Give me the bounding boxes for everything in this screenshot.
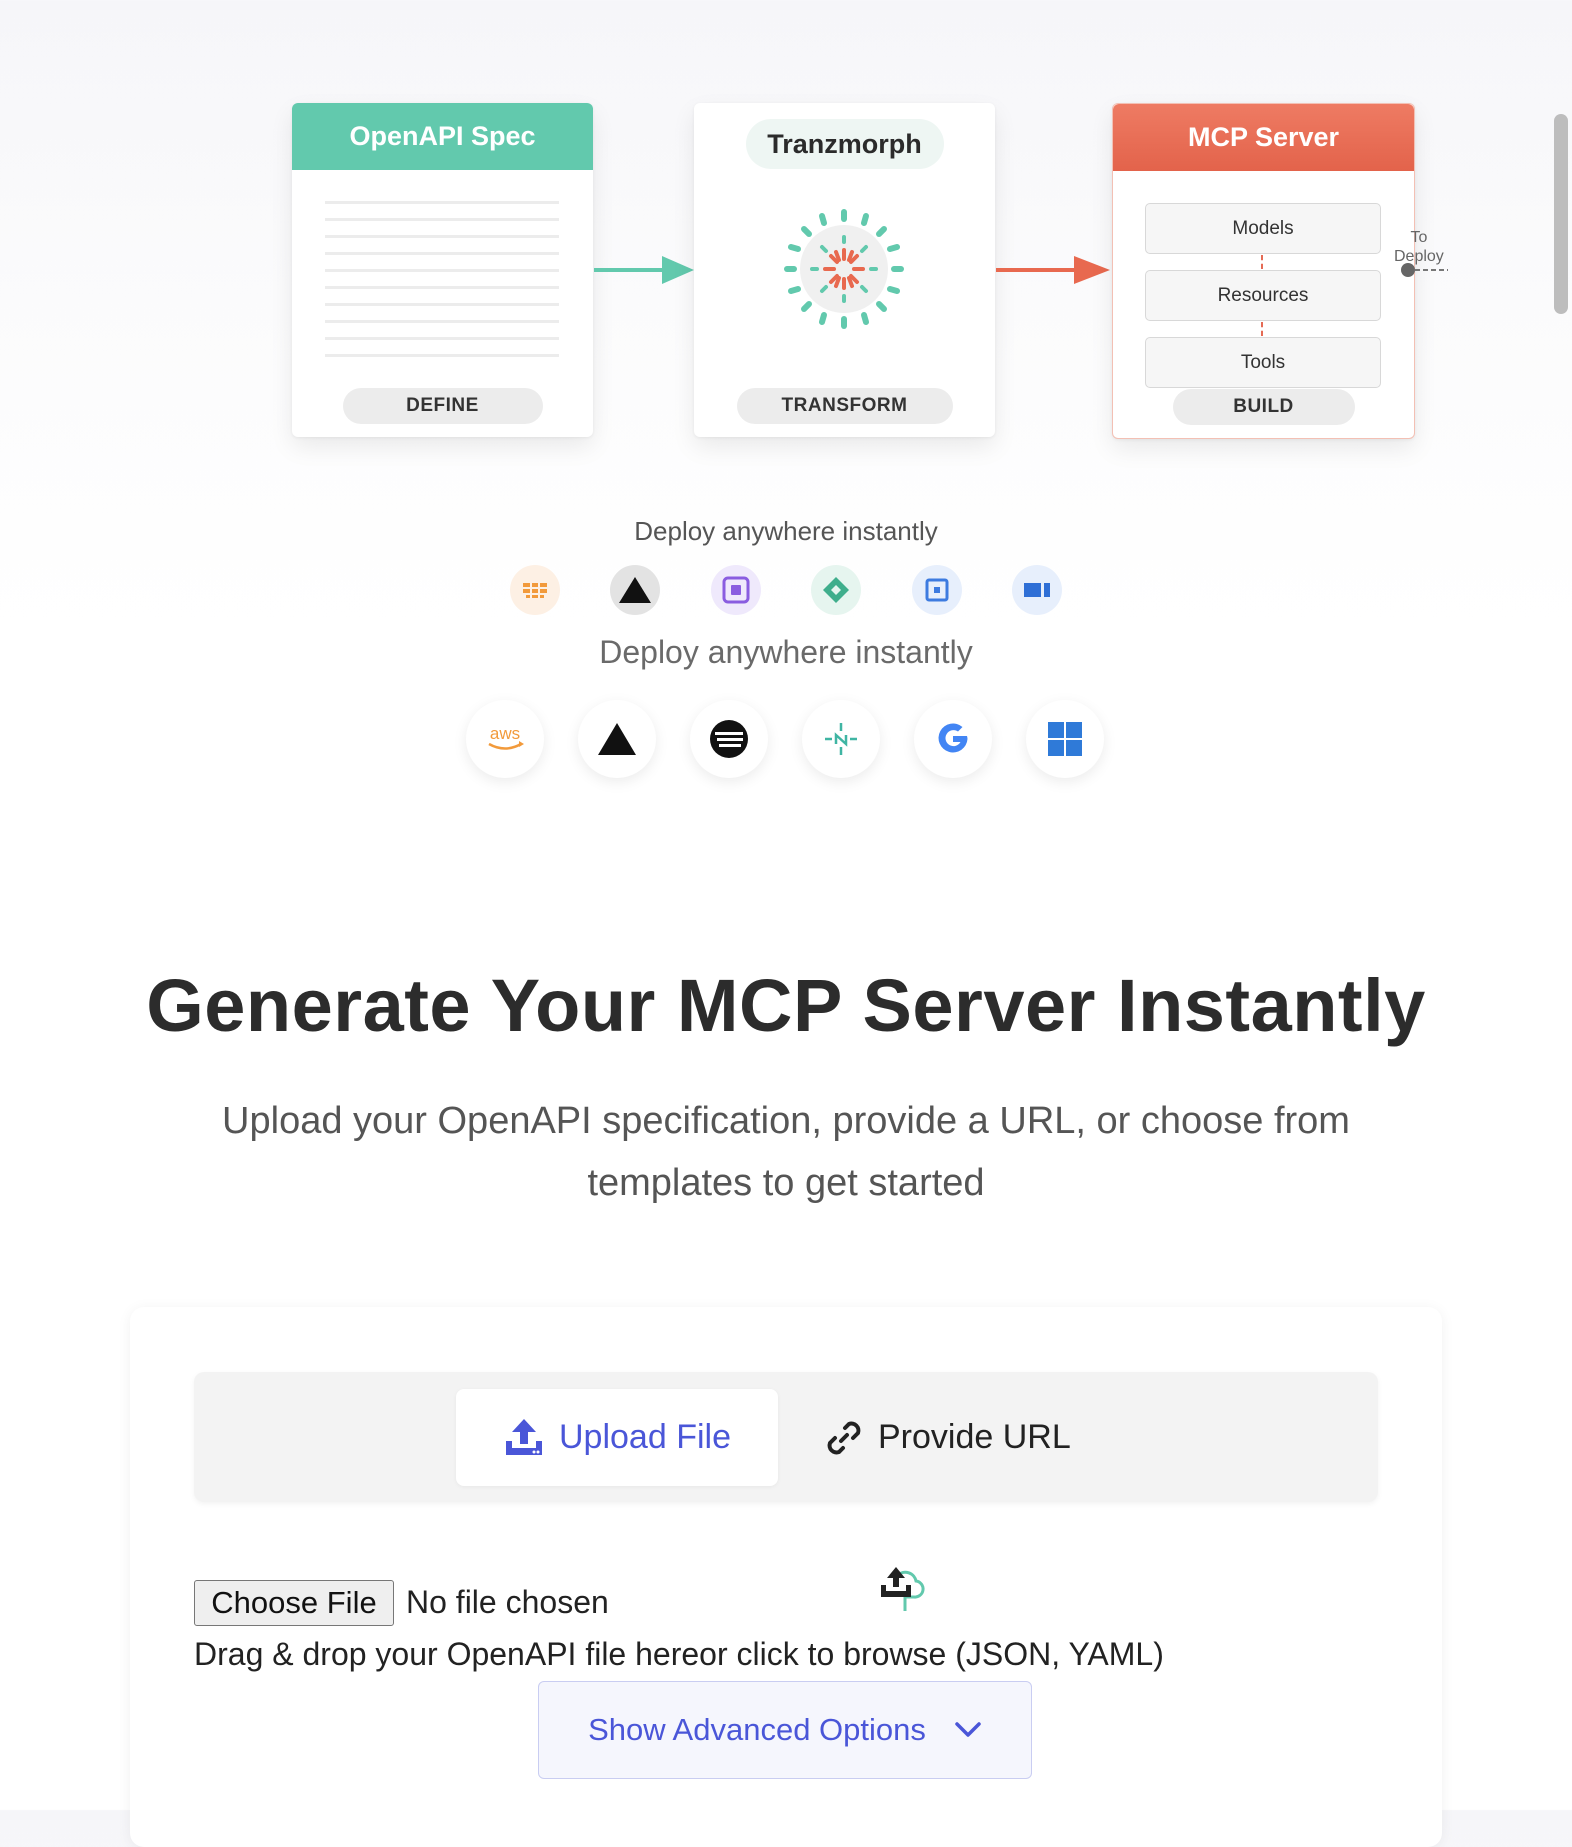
show-advanced-options-button[interactable]: Show Advanced Options [538, 1681, 1032, 1779]
connector-dash [1261, 255, 1263, 269]
aws-icon[interactable]: aws [466, 700, 544, 778]
openapi-spec-title: OpenAPI Spec [292, 103, 593, 170]
drag-drop-instructions: Drag & drop your OpenAPI file hereor cli… [194, 1636, 1164, 1672]
mcp-server-card: MCP Server Models Resources Tools BUILD [1112, 103, 1415, 439]
tranzmorph-card: Tranzmorph TRANSFORM [694, 103, 995, 437]
vercel-icon[interactable] [610, 565, 660, 615]
deploy-connector-icon [1401, 263, 1448, 277]
connector-dash [1261, 322, 1263, 336]
tranzmorph-title: Tranzmorph [745, 119, 944, 169]
build-stage-label: BUILD [1172, 389, 1355, 425]
arrow-right-icon [594, 256, 694, 284]
svg-text:aws: aws [490, 724, 520, 743]
deploy-caption-large: Deploy anywhere instantly [599, 634, 973, 670]
deploy-caption-small: Deploy anywhere instantly [634, 516, 938, 546]
tab-upload-file[interactable]: Upload File [456, 1389, 778, 1486]
digitalocean-icon[interactable] [690, 700, 768, 778]
define-stage-label: DEFINE [342, 388, 543, 424]
azure-icon[interactable] [1012, 565, 1062, 615]
arrow-right-icon [996, 256, 1110, 284]
netlify-icon[interactable] [802, 700, 880, 778]
cloud-upload-icon [881, 1567, 925, 1611]
resources-box: Resources [1145, 270, 1381, 321]
source-tabs [194, 1372, 1378, 1502]
square-box-icon[interactable] [912, 565, 962, 615]
link-icon [827, 1421, 861, 1454]
advanced-options-label: Show Advanced Options [588, 1712, 926, 1747]
cloudflare-icon[interactable] [510, 565, 560, 615]
diamond-icon[interactable] [811, 565, 861, 615]
server-box-icon[interactable] [711, 565, 761, 615]
tab-url-label: Provide URL [878, 1418, 1071, 1456]
mcp-server-title: MCP Server [1113, 104, 1414, 171]
tools-box: Tools [1145, 337, 1381, 388]
chevron-down-icon [955, 1722, 981, 1737]
file-status: No file chosen [406, 1584, 609, 1620]
tab-provide-url[interactable]: Provide URL [824, 1389, 1071, 1486]
models-box: Models [1145, 203, 1381, 254]
upload-icon [506, 1418, 542, 1455]
tab-upload-label: Upload File [559, 1418, 731, 1456]
windows-icon[interactable] [1026, 700, 1104, 778]
openapi-spec-card: OpenAPI Spec DEFINE [292, 103, 593, 437]
choose-file-button[interactable]: Choose File [194, 1580, 394, 1626]
page-scrollbar[interactable] [1554, 114, 1568, 314]
google-icon[interactable] [914, 700, 992, 778]
page-title: Generate Your MCP Server Instantly [146, 964, 1426, 1047]
transform-spinner-icon [784, 209, 904, 329]
transform-stage-label: TRANSFORM [736, 388, 953, 424]
page-subtitle: Upload your OpenAPI specification, provi… [222, 1100, 1350, 1204]
vercel-icon[interactable] [578, 700, 656, 778]
to-deploy-label: To Deploy [1394, 229, 1444, 265]
